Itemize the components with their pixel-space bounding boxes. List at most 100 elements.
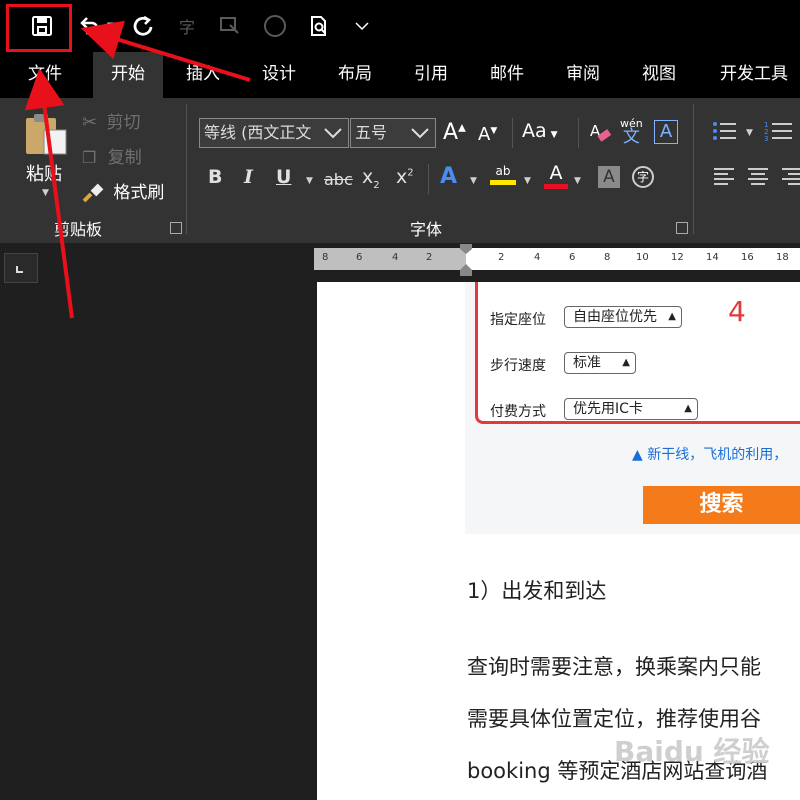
walk-speed-select: 标准 ▲ (564, 352, 636, 374)
font-color-dropdown-icon[interactable]: ▼ (574, 176, 581, 186)
numbering-button[interactable]: 123 (764, 120, 792, 147)
ruler-margin (314, 248, 466, 270)
horizontal-ruler[interactable]: 8 6 4 2 2 4 6 8 10 12 14 16 18 (314, 244, 800, 276)
paste-label: 粘贴 (26, 164, 62, 185)
tab-selector[interactable] (4, 253, 38, 283)
phonetic-guide-button[interactable]: wén 文 (620, 118, 643, 146)
font-name-value: 等线 (西文正文 (204, 123, 312, 142)
grow-font-button[interactable]: A▲ (443, 120, 466, 145)
copy-icon: ❐ (82, 148, 97, 167)
tab-layout[interactable]: 布局 (322, 52, 388, 98)
ruler-row: 8 6 4 2 2 4 6 8 10 12 14 16 18 (0, 243, 800, 283)
enclose-characters-button[interactable]: 字 (632, 166, 654, 188)
ruler-tick: 14 (706, 252, 719, 263)
copy-button[interactable]: ❐ 复制 (82, 143, 142, 168)
svg-text:3: 3 (764, 135, 768, 142)
payment-select-value: 优先用IC卡 (573, 401, 643, 417)
tab-home[interactable]: 开始 (93, 52, 163, 98)
tab-stop-icon (16, 266, 23, 273)
bullets-button[interactable] (712, 120, 738, 147)
paintbrush-icon (82, 183, 104, 203)
numbered-list-icon: 123 (764, 121, 792, 143)
font-size-value: 五号 (355, 123, 388, 142)
font-color-button[interactable]: A (544, 162, 568, 189)
change-case-button[interactable]: Aa ▼ (522, 120, 558, 142)
subscript-mark: 2 (373, 179, 380, 191)
customize-toolbar-icon[interactable] (350, 10, 374, 42)
undo-icon (80, 17, 99, 35)
strikethrough-button[interactable]: abc (324, 170, 353, 189)
separator (693, 104, 694, 234)
paste-dropdown-icon[interactable]: ▼ (42, 188, 49, 198)
tab-review[interactable]: 审阅 (550, 52, 616, 98)
underline-dropdown-icon[interactable]: ▼ (306, 176, 313, 186)
font-color-swatch (544, 184, 568, 189)
align-center-button[interactable] (746, 166, 770, 193)
search-button: 搜索 (643, 486, 800, 524)
clipboard-group-label: 剪贴板 (54, 220, 103, 239)
tab-view[interactable]: 视图 (626, 52, 692, 98)
shrink-font-glyph: A (478, 124, 491, 145)
draw-icon[interactable] (214, 10, 244, 42)
ruler-tick: 2 (426, 252, 433, 263)
tab-design[interactable]: 设计 (246, 52, 312, 98)
spell-check-icon[interactable]: 字 (172, 10, 202, 42)
scissors-icon: ✂ (82, 112, 98, 133)
ruler-tick: 18 (776, 252, 789, 263)
phonetic-bottom: 文 (622, 127, 640, 147)
paste-button[interactable] (22, 112, 68, 161)
character-shading-button[interactable]: A (598, 166, 620, 188)
tab-references[interactable]: 引用 (398, 52, 464, 98)
align-left-button[interactable] (712, 166, 736, 193)
bold-button[interactable]: B (208, 166, 222, 188)
underline-button[interactable]: U (276, 166, 291, 188)
font-size-dropdown[interactable]: 五号 (350, 118, 436, 148)
font-name-dropdown[interactable]: 等线 (西文正文 (199, 118, 349, 148)
clear-formatting-button[interactable]: A (588, 120, 612, 149)
record-icon[interactable] (260, 10, 290, 42)
highlight-button[interactable]: ab (490, 164, 516, 185)
redo-button[interactable] (128, 10, 158, 42)
highlight-glyph: ab (495, 164, 511, 178)
align-right-icon (782, 168, 800, 185)
undo-button[interactable] (74, 10, 104, 42)
form-label: 步行速度 (490, 358, 546, 374)
tab-mailings[interactable]: 邮件 (474, 52, 540, 98)
shrink-font-button[interactable]: A▼ (478, 124, 497, 145)
doc-line: 需要具体位置定位，推荐使用谷 (467, 707, 761, 731)
font-launcher-icon[interactable] (676, 222, 688, 234)
tab-insert[interactable]: 插入 (170, 52, 236, 98)
undo-dropdown[interactable]: ▼ (104, 10, 118, 42)
tab-file[interactable]: 文件 (10, 52, 80, 98)
highlight-swatch (490, 180, 516, 185)
indent-marker-icon[interactable] (459, 244, 473, 276)
align-right-button[interactable] (780, 166, 800, 193)
clipboard-launcher-icon[interactable] (170, 222, 182, 234)
ruler-tick: 16 (741, 252, 754, 263)
ruler-tick: 12 (671, 252, 684, 263)
updown-icon: ▲ (622, 357, 630, 368)
format-painter-button[interactable]: 格式刷 (82, 178, 164, 203)
highlight-dropdown-icon[interactable]: ▼ (524, 176, 531, 186)
font-group-label: 字体 (410, 220, 443, 239)
ribbon: 粘贴 ▼ ✂ 剪切 ❐ 复制 格式刷 剪贴板 等线 (西文正文 五号 A▲ A▼… (0, 98, 800, 243)
superscript-glyph: x (396, 166, 408, 188)
updown-icon: ▲ (684, 403, 692, 414)
superscript-mark: 2 (407, 167, 414, 179)
text-effects-dropdown-icon[interactable]: ▼ (470, 176, 477, 186)
font-color-glyph: A (549, 162, 563, 184)
italic-button[interactable]: I (244, 166, 253, 188)
text-effects-button[interactable]: A (440, 164, 457, 189)
quick-access-toolbar: ▼ 字 (0, 0, 800, 52)
chevron-down-icon (324, 128, 342, 139)
character-border-button[interactable]: A (654, 120, 678, 144)
print-preview-icon[interactable] (304, 10, 334, 42)
updown-icon: ▲ (668, 311, 676, 322)
subscript-button[interactable]: x2 (362, 166, 380, 191)
bullets-dropdown-icon[interactable]: ▼ (746, 128, 753, 138)
ruler-tick: 2 (498, 252, 505, 263)
seat-select: 自由座位优先 ▲ (564, 306, 682, 328)
superscript-button[interactable]: x2 (396, 166, 414, 188)
cut-button[interactable]: ✂ 剪切 (82, 108, 141, 133)
tab-developer[interactable]: 开发工具 (708, 52, 800, 98)
